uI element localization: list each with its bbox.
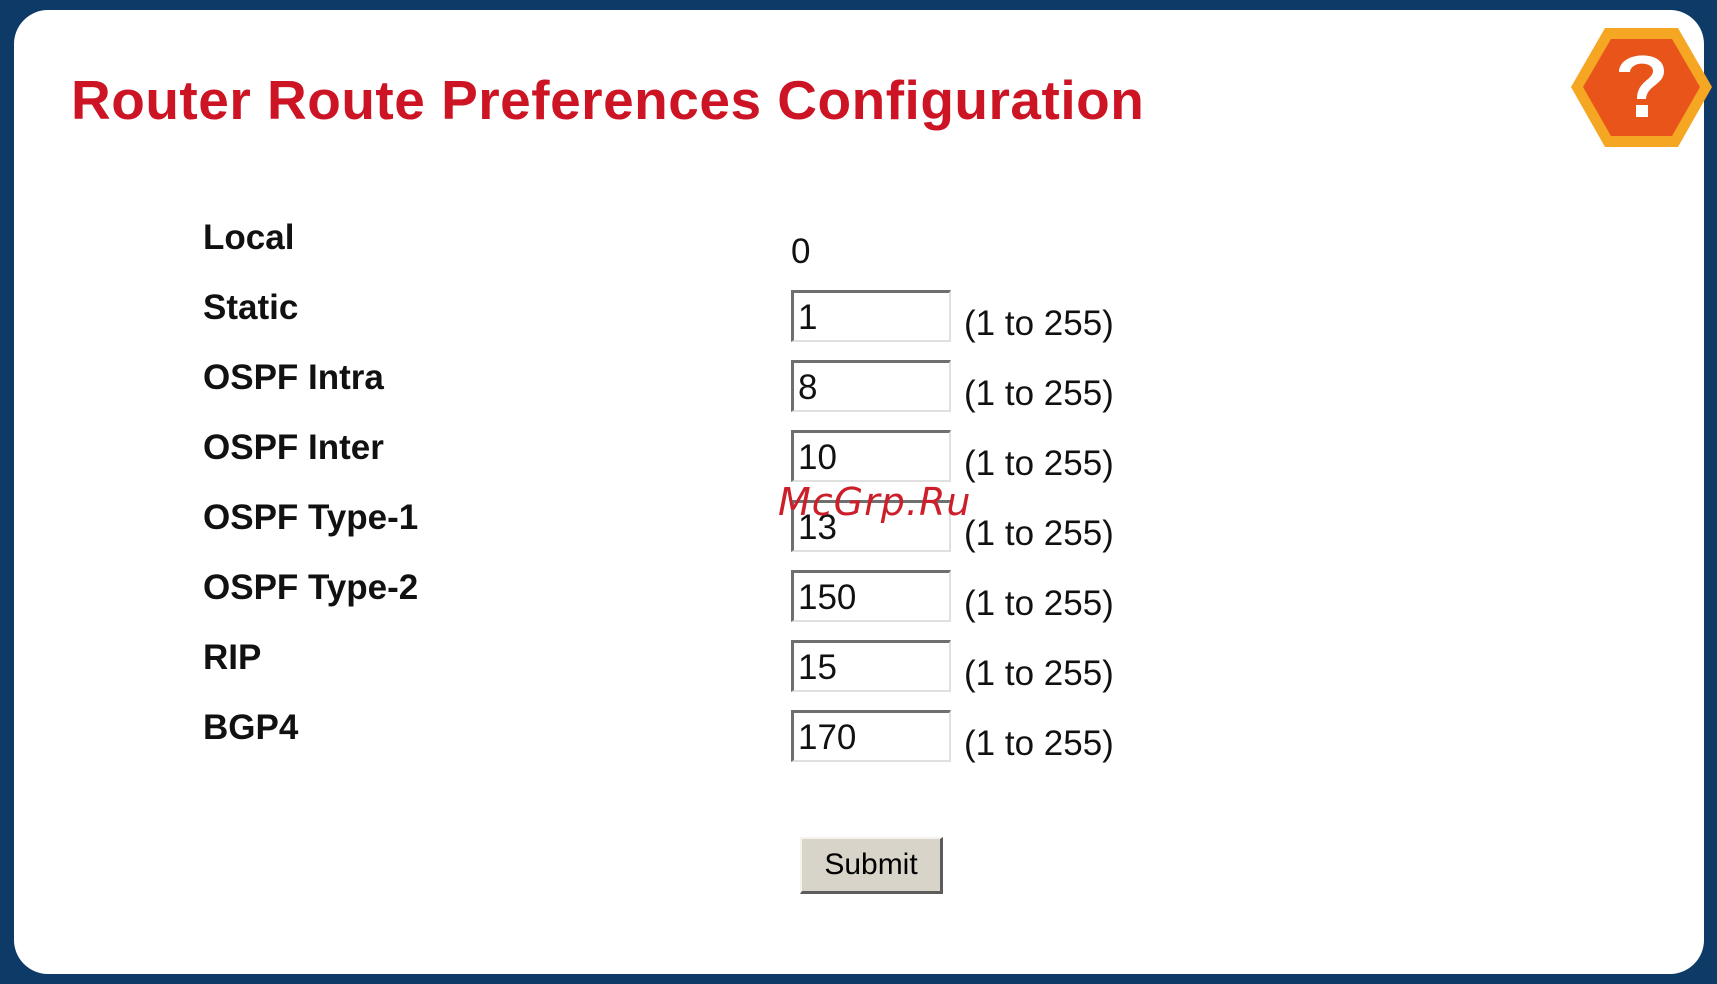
ospf-inter-input[interactable] [791, 430, 951, 482]
ospf-type1-range-hint: (1 to 255) [964, 514, 1114, 553]
rip-input[interactable] [791, 640, 951, 692]
static-range-hint: (1 to 255) [964, 304, 1114, 343]
ospf-intra-label: OSPF Intra [203, 358, 384, 397]
ospf-intra-input[interactable] [791, 360, 951, 412]
ospf-type2-label: OSPF Type-2 [203, 568, 419, 607]
static-input[interactable] [791, 290, 951, 342]
ospf-inter-label: OSPF Inter [203, 428, 384, 467]
submit-button[interactable]: Submit [800, 837, 943, 894]
rip-range-hint: (1 to 255) [964, 654, 1114, 693]
ospf-type1-label: OSPF Type-1 [203, 498, 419, 537]
rip-label: RIP [203, 638, 262, 677]
bgp4-input[interactable] [791, 710, 951, 762]
page-title: Router Route Preferences Configuration [71, 69, 1145, 131]
watermark-text: McGrp.Ru [778, 480, 972, 524]
ospf-type2-range-hint: (1 to 255) [964, 584, 1114, 623]
bgp4-label: BGP4 [203, 708, 299, 747]
bgp4-range-hint: (1 to 255) [964, 724, 1114, 763]
help-icon[interactable] [1569, 25, 1714, 150]
ospf-type2-input[interactable] [791, 570, 951, 622]
local-label: Local [203, 218, 295, 257]
main-panel: Router Route Preferences Configuration L… [14, 10, 1712, 974]
ospf-inter-range-hint: (1 to 255) [964, 444, 1114, 483]
static-label: Static [203, 288, 299, 327]
local-value: 0 [791, 232, 811, 271]
ospf-intra-range-hint: (1 to 255) [964, 374, 1114, 413]
